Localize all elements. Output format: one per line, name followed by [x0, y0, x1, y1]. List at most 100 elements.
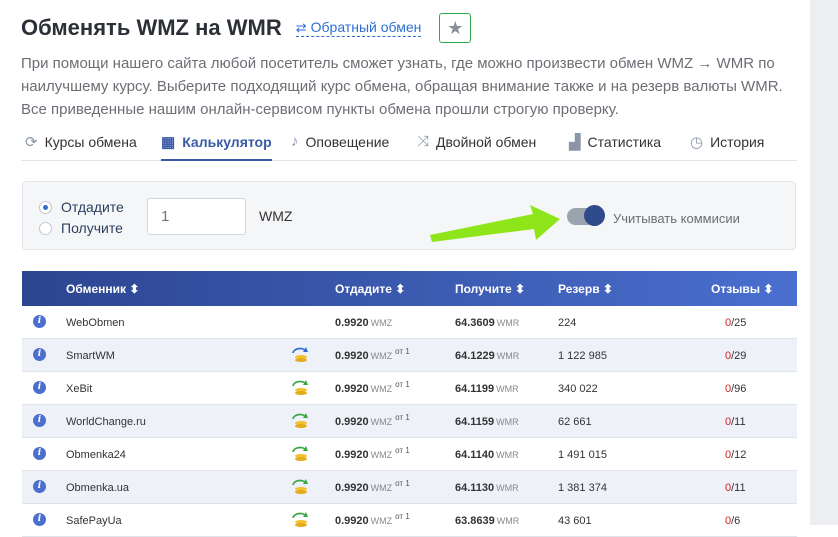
positive-reviews: /11 — [731, 416, 746, 428]
give-value: 0.9920 — [335, 350, 369, 362]
positive-reviews: /6 — [731, 515, 741, 527]
radio-button[interactable] — [39, 221, 52, 235]
reviews-count[interactable]: 0/6 — [725, 515, 740, 527]
header: Обменять WMZ на WMR ⇄ Обратный обмен ★ — [21, 12, 472, 44]
info-icon[interactable]: i — [33, 513, 46, 526]
refresh-icon: ⟳ — [25, 133, 38, 151]
tab-statistics[interactable]: ▟ Статистика — [569, 124, 661, 159]
table-row[interactable]: i WorldChange.ru 0.9920 WMZ от 1 64.1159 WMR 62… — [22, 405, 797, 438]
table-row[interactable]: i XeBit 0.9920 WMZ от 1 64.1199 WMR 340 022 0/96 — [22, 372, 797, 405]
reserve-value: 340 022 — [558, 383, 598, 395]
info-icon[interactable]: i — [33, 414, 46, 427]
give-unit: WMZ — [370, 318, 393, 328]
exchanger-name[interactable]: SmartWM — [66, 350, 115, 362]
give-unit: WMZ — [370, 351, 393, 361]
get-value: 64.1199 — [455, 383, 495, 395]
info-icon[interactable]: i — [33, 348, 46, 361]
auto-exchange-icon — [292, 446, 308, 461]
column-give[interactable]: Отдадите ⬍ — [335, 282, 405, 296]
give-unit: WMZ — [370, 450, 393, 460]
get-amount: 64.1140 WMR — [455, 449, 519, 461]
table-row[interactable]: i SafePayUa 0.9920 WMZ от 1 63.8639 WMR 43 601 0… — [22, 504, 797, 537]
amount-input[interactable] — [147, 198, 246, 235]
tab-calculator[interactable]: ▦ Калькулятор — [161, 124, 272, 161]
reverse-exchange-link[interactable]: ⇄ Обратный обмен — [295, 19, 422, 37]
get-value: 64.3609 — [455, 317, 495, 329]
radio-give[interactable]: Отдадите — [39, 199, 124, 215]
table-row[interactable]: i Obmenka24 0.9920 WMZ от 1 64.1140 WMR 1 491 0… — [22, 438, 797, 471]
get-amount: 63.8639 WMR — [455, 515, 519, 527]
exchanger-name[interactable]: XeBit — [66, 383, 92, 395]
radio-get[interactable]: Получите — [39, 220, 123, 236]
get-amount: 64.1199 WMR — [455, 383, 519, 395]
get-amount: 64.3609 WMR — [455, 317, 519, 329]
give-amount: 0.9920 WMZ от 1 — [335, 512, 410, 527]
get-value: 63.8639 — [455, 515, 495, 527]
column-reviews[interactable]: Отзывы ⬍ — [711, 282, 773, 296]
reviews-count[interactable]: 0/25 — [725, 317, 746, 329]
reviews-count[interactable]: 0/11 — [725, 482, 746, 494]
give-value: 0.9920 — [335, 317, 369, 329]
get-value: 64.1130 — [455, 482, 495, 494]
positive-reviews: /29 — [731, 350, 747, 362]
min-amount: от 1 — [395, 446, 410, 455]
info-icon[interactable]: i — [33, 447, 46, 460]
tab-exchange-rates[interactable]: ⟳ Курсы обмена — [25, 124, 137, 159]
table-row[interactable]: i SmartWM 0.9920 WMZ от 1 64.1229 WMR 1 122 985… — [22, 339, 797, 372]
reserve-value: 1 381 374 — [558, 482, 607, 494]
column-exchanger[interactable]: Обменник ⬍ — [66, 282, 139, 296]
exchanger-name[interactable]: Obmenka.ua — [66, 482, 129, 494]
exchanger-name[interactable]: WorldChange.ru — [66, 416, 146, 428]
commission-toggle[interactable] — [567, 205, 605, 226]
calculator-panel: Отдадите Получите WMZ Учитывать коммисии — [22, 181, 796, 250]
give-value: 0.9920 — [335, 482, 369, 494]
shuffle-icon: ⤨ — [417, 133, 430, 150]
give-value: 0.9920 — [335, 515, 369, 527]
give-amount: 0.9920 WMZ от 1 — [335, 380, 410, 395]
radio-button[interactable] — [39, 200, 52, 214]
get-value: 64.1159 — [455, 416, 495, 428]
bell-icon: ♪ — [291, 133, 299, 150]
tab-double-exchange[interactable]: ⤨ Двойной обмен — [417, 124, 536, 159]
exchanger-name[interactable]: Obmenka24 — [66, 449, 126, 461]
exchangers-table: Обменник ⬍ Отдадите ⬍ Получите ⬍ Резерв … — [22, 271, 797, 537]
calculator-icon: ▦ — [161, 133, 176, 151]
give-amount: 0.9920 WMZ от 1 — [335, 446, 410, 461]
reserve-value: 62 661 — [558, 416, 592, 428]
positive-reviews: /25 — [731, 317, 747, 329]
star-icon: ★ — [447, 17, 464, 38]
toggle-knob[interactable] — [584, 205, 605, 226]
info-icon[interactable]: i — [33, 480, 46, 493]
reserve-value: 1 491 015 — [558, 449, 607, 461]
reserve-value: 43 601 — [558, 515, 592, 527]
info-icon[interactable]: i — [33, 315, 46, 328]
favorite-button[interactable]: ★ — [439, 13, 472, 43]
auto-exchange-icon — [292, 413, 308, 428]
get-value: 64.1140 — [455, 449, 495, 461]
table-row[interactable]: i Obmenka.ua 0.9920 WMZ от 1 64.1130 WMR 1 381 … — [22, 471, 797, 504]
tab-label: Оповещение — [305, 133, 390, 150]
exchanger-name[interactable]: SafePayUa — [66, 515, 122, 527]
positive-reviews: /96 — [731, 383, 747, 395]
auto-exchange-icon — [292, 380, 308, 395]
get-value: 64.1229 — [455, 350, 495, 362]
tab-label: Статистика — [587, 133, 662, 150]
green-arrow-annotation — [430, 205, 560, 242]
reviews-count[interactable]: 0/12 — [725, 449, 746, 461]
give-amount: 0.9920 WMZ от 1 — [335, 413, 410, 428]
reviews-count[interactable]: 0/29 — [725, 350, 746, 362]
exchanger-name[interactable]: WebObmen — [66, 317, 125, 329]
column-get[interactable]: Получите ⬍ — [455, 282, 525, 296]
reviews-count[interactable]: 0/96 — [725, 383, 746, 395]
tab-label: История — [710, 133, 765, 150]
table-row[interactable]: i WebObmen 0.9920 WMZ 64.3609 WMR 224 0/25 — [22, 306, 797, 339]
info-icon[interactable]: i — [33, 381, 46, 394]
table-body: i WebObmen 0.9920 WMZ 64.3609 WMR 224 0/25 i Smar… — [22, 306, 797, 537]
commission-label: Учитывать коммисии — [613, 211, 740, 226]
column-reserve[interactable]: Резерв ⬍ — [558, 282, 613, 296]
reviews-count[interactable]: 0/11 — [725, 416, 746, 428]
tab-notification[interactable]: ♪ Оповещение — [291, 124, 389, 159]
page-description: При помощи нашего сайта любой посетитель… — [21, 55, 783, 118]
min-amount: от 1 — [395, 479, 410, 488]
tab-history[interactable]: ◷ История — [690, 124, 764, 159]
